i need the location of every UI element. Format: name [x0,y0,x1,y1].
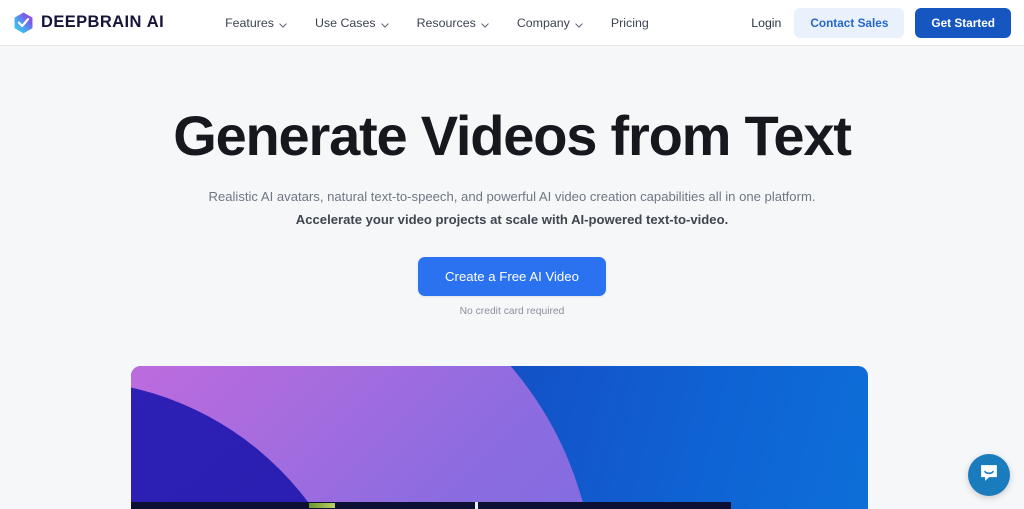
live-chat-launcher-button[interactable] [968,454,1010,496]
header-actions: Login Contact Sales Get Started [749,7,1011,38]
nav-item-resources[interactable]: Resources [403,10,503,36]
hero-screenshot-notch [475,502,478,509]
nav-item-pricing[interactable]: Pricing [597,10,663,36]
nav-item-label: Features [225,15,274,30]
nav-item-label: Resources [416,15,476,30]
contact-sales-button[interactable]: Contact Sales [794,7,905,38]
brand-logo[interactable]: DEEPBRAIN AI [13,12,164,34]
nav-item-features[interactable]: Features [211,10,301,36]
hero-subtitle-line2: Accelerate your video projects at scale … [295,211,729,227]
cta-note: No credit card required [459,305,565,317]
brand-name-bold: AI [146,13,165,31]
hero-screenshot-accent [309,503,335,508]
get-started-button[interactable]: Get Started [915,7,1011,38]
nav-item-company[interactable]: Company [503,10,597,36]
login-link[interactable]: Login [749,12,783,34]
page-title: Generate Videos from Text [173,104,852,167]
site-header: DEEPBRAIN AI Features Use Cases Resource… [0,0,1024,46]
chat-bubble-icon [978,462,1000,489]
nav-item-label: Company [516,15,570,30]
nav-item-use-cases[interactable]: Use Cases [301,10,403,36]
chevron-down-icon [380,16,389,30]
create-free-ai-video-button[interactable]: Create a Free AI Video [418,256,606,296]
chevron-down-icon [481,16,489,30]
chevron-down-icon [279,16,287,30]
nav-item-label: Pricing [610,15,649,30]
chevron-down-icon [575,16,583,30]
main-navigation: Features Use Cases Resources Company Pri… [211,10,663,36]
nav-item-label: Use Cases [314,15,376,30]
landing-page: DEEPBRAIN AI Features Use Cases Resource… [0,0,1024,509]
hero-subtitle-line1: Realistic AI avatars, natural text-to-sp… [208,189,816,205]
deepbrain-cube-logo-icon [13,12,34,34]
hero-cta-group: Create a Free AI Video No credit card re… [0,256,1024,317]
hero-product-screenshot [131,366,868,509]
brand-name-main: DEEPBRAIN [41,13,142,31]
brand-name: DEEPBRAIN AI [41,13,164,32]
hero-screenshot-bottom-bar [131,502,731,509]
